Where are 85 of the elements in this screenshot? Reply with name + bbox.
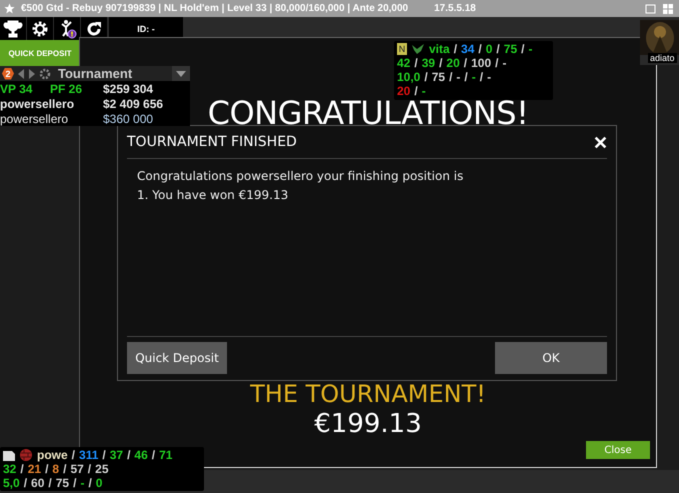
- close-icon[interactable]: [594, 136, 607, 148]
- trophy-icon[interactable]: [0, 17, 26, 40]
- stat-text: /: [88, 462, 92, 476]
- note-badge: N: [397, 43, 407, 55]
- stat-text: vita: [429, 42, 450, 56]
- stat-text: 34: [461, 42, 474, 56]
- previous-icon[interactable]: [17, 68, 25, 78]
- version-text: 17.5.5.18: [434, 3, 476, 14]
- stat-text: 0: [96, 476, 102, 490]
- stat-text: VP 34: [0, 82, 34, 96]
- quick-deposit-button[interactable]: Quick Deposit: [127, 342, 227, 374]
- stat-text: 5,0: [3, 476, 20, 490]
- stat-text: 46: [134, 448, 148, 462]
- window-icon[interactable]: [645, 2, 675, 14]
- stat-text: 10,0: [397, 70, 420, 84]
- stat-text: /: [449, 70, 452, 84]
- stat-text: /: [521, 42, 524, 56]
- stat-text: 32: [3, 462, 16, 476]
- stat-text: /: [45, 462, 48, 476]
- stat-text: 39: [422, 56, 436, 70]
- settings-icon[interactable]: [27, 17, 53, 40]
- stat-text: /: [454, 42, 458, 56]
- stat-text: -: [528, 42, 532, 56]
- stat-text: /: [20, 462, 24, 476]
- stat-text: 75: [56, 476, 70, 490]
- stat-text: /: [73, 476, 76, 490]
- stat-text: /: [439, 56, 442, 70]
- stat-text: -: [80, 476, 84, 490]
- stat-text: -: [456, 70, 460, 84]
- stat-text: /: [414, 56, 418, 70]
- dialog-message: Congratulations powersellero your finishing position is 1. You have won €199.13: [137, 168, 464, 204]
- stat-text: /: [63, 462, 66, 476]
- stat-text: 37: [110, 448, 124, 462]
- stat-text: 21: [28, 462, 42, 476]
- stat-text: 57: [70, 462, 84, 476]
- next-icon[interactable]: [28, 68, 36, 78]
- stat-text: powersellero: [0, 112, 70, 126]
- stat-text: /: [464, 56, 468, 70]
- stat-text: /: [72, 448, 76, 462]
- stat-text: /: [127, 448, 130, 462]
- stat-text: /: [496, 42, 500, 56]
- dialog-title: TOURNAMENT FINISHED: [127, 134, 297, 150]
- stat-text: 60: [31, 476, 44, 490]
- stat-text: 25: [95, 462, 108, 476]
- stat-text: -: [487, 70, 492, 84]
- brick-icon: [19, 449, 33, 461]
- stat-text: /: [495, 56, 498, 70]
- stat-text: /: [464, 70, 468, 84]
- panel-title: Tournament: [58, 66, 134, 81]
- stat-text: $360 000: [103, 112, 154, 126]
- stat-text: $2 409 656: [103, 96, 164, 110]
- count-badge: 2: [2, 68, 14, 80]
- figure-alert-icon[interactable]: [54, 17, 80, 40]
- stat-text: 71: [159, 448, 172, 462]
- prize-amount: €199.13: [314, 409, 422, 439]
- dropdown-button[interactable]: [172, 66, 190, 81]
- stat-text: /: [478, 42, 482, 56]
- stat-text: /: [48, 476, 52, 490]
- stat-text: 42: [397, 56, 410, 70]
- stat-text: 20: [446, 56, 460, 70]
- stat-text: PF 26: [50, 82, 84, 96]
- stat-text: 100: [471, 56, 492, 70]
- stat-text: /: [424, 70, 428, 84]
- star-icon: [4, 3, 15, 14]
- stat-text: /: [88, 476, 92, 490]
- stat-text: 8: [52, 462, 60, 476]
- player-name: adiato: [648, 53, 677, 63]
- stat-text: -: [472, 70, 476, 84]
- stat-text: 0: [486, 42, 492, 56]
- stat-text: /: [152, 448, 156, 462]
- stat-text: 75: [504, 42, 518, 56]
- ok-button[interactable]: OK: [495, 342, 607, 374]
- tournament-heading: THE TOURNAMENT!: [250, 382, 486, 406]
- stat-text: powersellero: [0, 96, 76, 110]
- window-title: €500 Gtd - Rebuy 907199839 | NL Hold'em | Level 33 | 80,000/160,000 | Ante 20,000: [21, 3, 408, 14]
- caret-icon: [176, 70, 186, 76]
- stat-text: -: [502, 56, 506, 70]
- stat-text: 75: [432, 70, 446, 84]
- stat-text: powe: [37, 448, 68, 462]
- stat-text: /: [24, 476, 28, 490]
- stat-text: $259 304: [103, 82, 154, 96]
- stat-text: /: [480, 70, 484, 84]
- note-icon: [3, 449, 15, 461]
- stat-text: /: [102, 448, 106, 462]
- stat-text: 311: [79, 448, 98, 462]
